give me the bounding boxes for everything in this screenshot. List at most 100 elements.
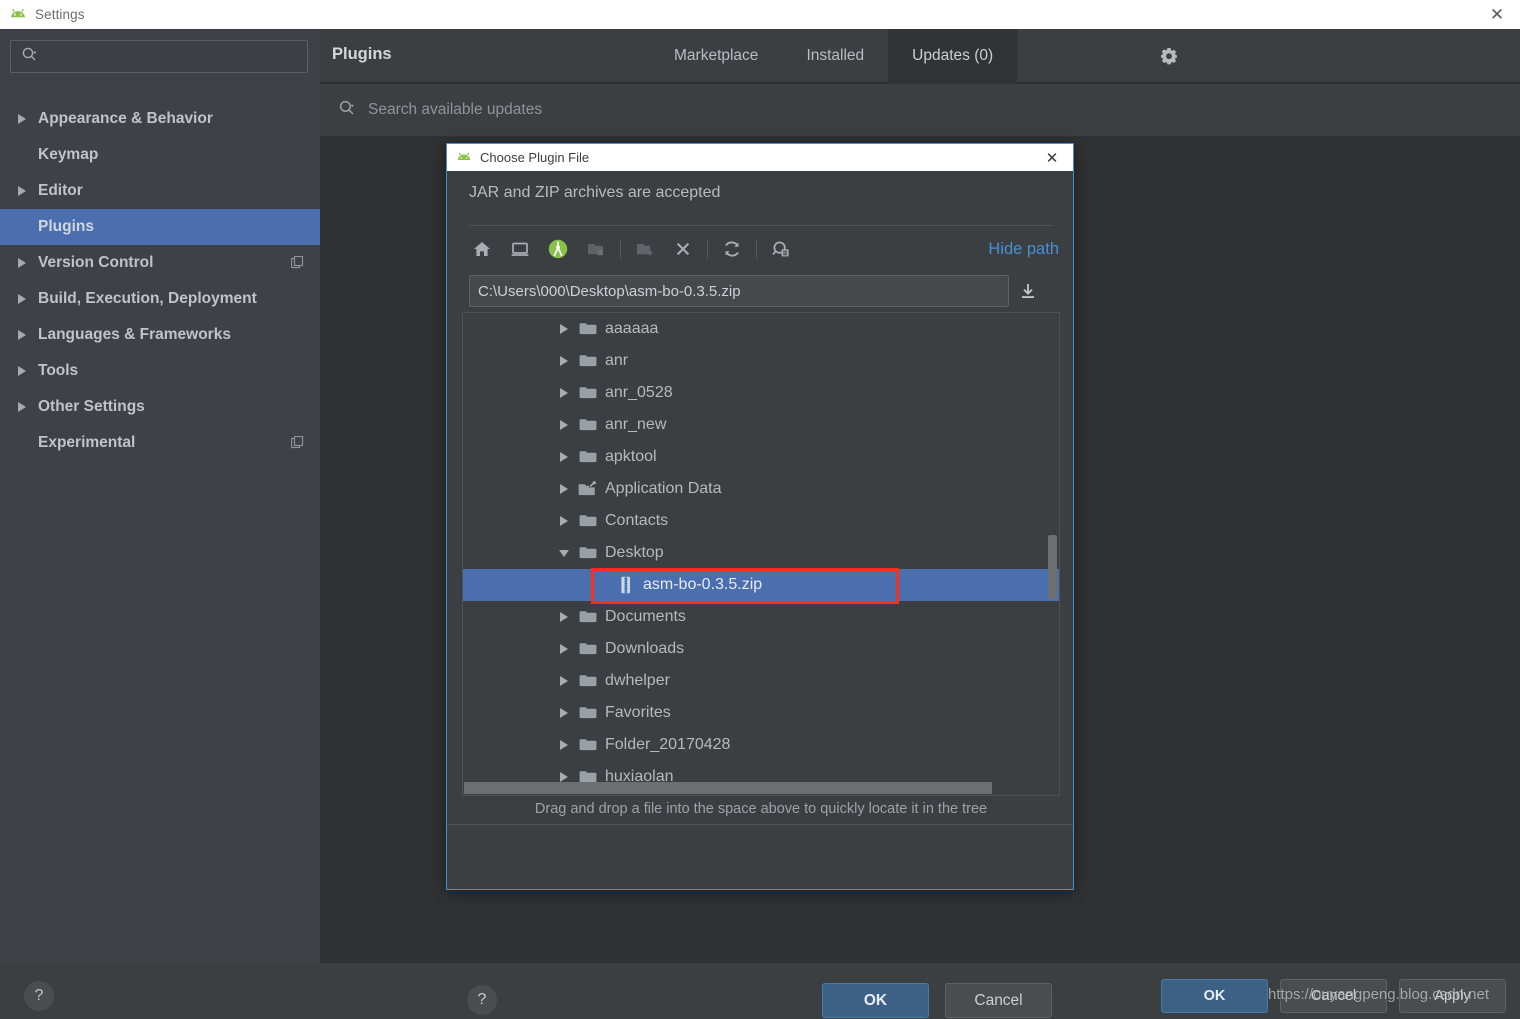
plugins-tabs: Marketplace Installed Updates (0) <box>650 29 1018 83</box>
file-tree-row[interactable]: Downloads <box>463 633 1059 665</box>
refresh-icon[interactable] <box>713 233 751 265</box>
chevron-right-icon[interactable] <box>553 674 575 688</box>
chevron-right-icon[interactable] <box>12 400 32 414</box>
close-icon[interactable]: ✕ <box>1474 0 1520 29</box>
sidebar-item-build-execution-deployment[interactable]: Build, Execution, Deployment <box>0 281 320 317</box>
settings-search[interactable] <box>10 40 308 73</box>
zip-file-icon <box>615 576 637 594</box>
path-input[interactable] <box>470 282 1008 300</box>
chevron-right-icon[interactable] <box>12 256 32 270</box>
chevron-right-icon[interactable] <box>553 354 575 368</box>
file-tree-label: Documents <box>605 608 686 625</box>
file-tree-row[interactable]: anr_0528 <box>463 377 1059 409</box>
copy-settings-icon[interactable] <box>290 435 304 454</box>
apply-button[interactable]: Apply <box>1399 979 1506 1013</box>
chevron-right-icon[interactable] <box>12 292 32 306</box>
download-icon[interactable] <box>1009 275 1047 307</box>
updates-search-bar[interactable]: Search available updates <box>320 84 1520 137</box>
tab-marketplace[interactable]: Marketplace <box>650 29 782 83</box>
file-tree-rows: aaaaaa anr anr_0528 anr_newapktool Applicati… <box>463 313 1059 793</box>
divider <box>620 239 621 259</box>
file-tree-row-selected[interactable]: asm-bo-0.3.5.zip <box>463 569 1059 601</box>
help-icon[interactable]: ? <box>24 981 54 1011</box>
android-studio-icon[interactable] <box>539 233 577 265</box>
file-tree-label: asm-bo-0.3.5.zip <box>643 576 763 593</box>
sidebar-item-appearance-behavior[interactable]: Appearance & Behavior <box>0 101 320 137</box>
delete-icon[interactable] <box>664 233 702 265</box>
cancel-button[interactable]: Cancel <box>1280 979 1387 1013</box>
gear-icon[interactable] <box>1132 29 1206 83</box>
chevron-right-icon[interactable] <box>553 322 575 336</box>
ok-button[interactable]: OK <box>822 983 929 1018</box>
chevron-right-icon[interactable] <box>553 482 575 496</box>
file-tree-label: aaaaaa <box>605 320 659 337</box>
chevron-right-icon[interactable] <box>553 514 575 528</box>
show-hidden-files-icon[interactable] <box>762 233 800 265</box>
file-tree[interactable]: aaaaaa anr anr_0528 anr_newapktool Applicati… <box>462 312 1060 796</box>
chevron-right-icon[interactable] <box>12 112 32 126</box>
folder-icon <box>577 705 599 721</box>
chevron-down-icon[interactable] <box>553 547 575 559</box>
search-input[interactable] <box>44 48 307 65</box>
new-folder-icon[interactable] <box>626 233 664 265</box>
path-row <box>469 275 1053 307</box>
file-tree-row[interactable]: Folder_20170428 <box>463 729 1059 761</box>
file-tree-row[interactable]: dwhelper <box>463 665 1059 697</box>
sidebar-item-editor[interactable]: Editor <box>0 173 320 209</box>
desktop-icon[interactable] <box>501 233 539 265</box>
sidebar-item-label: Appearance & Behavior <box>38 110 213 127</box>
file-chooser-toolbar <box>463 230 1059 268</box>
file-tree-row[interactable]: anr_new <box>463 409 1059 441</box>
file-tree-row[interactable]: Favorites <box>463 697 1059 729</box>
sidebar-item-languages-frameworks[interactable]: Languages & Frameworks <box>0 317 320 353</box>
tree-horizontal-scrollbar[interactable] <box>464 782 992 794</box>
folder-icon <box>577 641 599 657</box>
path-field[interactable] <box>469 275 1009 307</box>
file-tree-label: anr <box>605 352 629 369</box>
sidebar-item-plugins[interactable]: Plugins <box>0 209 320 245</box>
file-tree-row[interactable]: apktool <box>463 441 1059 473</box>
file-tree-label: anr_0528 <box>605 384 673 401</box>
chevron-right-icon[interactable] <box>553 706 575 720</box>
sidebar-item-other-settings[interactable]: Other Settings <box>0 389 320 425</box>
help-icon[interactable]: ? <box>467 985 497 1015</box>
chevron-right-icon[interactable] <box>553 610 575 624</box>
chevron-right-icon[interactable] <box>12 364 32 378</box>
sidebar-item-keymap[interactable]: Keymap <box>0 137 320 173</box>
cancel-button[interactable]: Cancel <box>945 983 1052 1018</box>
copy-settings-icon[interactable] <box>290 255 304 274</box>
hide-path-link[interactable]: Hide path <box>988 240 1059 259</box>
sidebar-item-version-control[interactable]: Version Control <box>0 245 320 281</box>
tab-label: Installed <box>806 47 865 64</box>
chevron-right-icon[interactable] <box>553 642 575 656</box>
file-tree-row[interactable]: Documents <box>463 601 1059 633</box>
tab-updates-0[interactable]: Updates (0) <box>888 29 1018 83</box>
file-tree-label: apktool <box>605 448 657 465</box>
search-icon <box>338 99 356 122</box>
project-folder-icon[interactable] <box>577 233 615 265</box>
file-tree-row[interactable]: Application Data <box>463 473 1059 505</box>
chevron-right-icon[interactable] <box>12 184 32 198</box>
file-tree-row[interactable]: Contacts <box>463 505 1059 537</box>
tree-vertical-scrollbar[interactable] <box>1048 535 1057 599</box>
sidebar-item-tools[interactable]: Tools <box>0 353 320 389</box>
chevron-right-icon[interactable] <box>553 738 575 752</box>
folder-icon <box>577 353 599 369</box>
file-tree-label: Favorites <box>605 704 671 721</box>
chevron-right-icon[interactable] <box>12 328 32 342</box>
tab-installed[interactable]: Installed <box>782 29 888 83</box>
tab-label: Marketplace <box>674 47 759 64</box>
chevron-right-icon[interactable] <box>553 450 575 464</box>
sidebar-item-label: Languages & Frameworks <box>38 326 231 343</box>
file-tree-row[interactable]: Desktop <box>463 537 1059 569</box>
file-tree-row[interactable]: aaaaaa <box>463 313 1059 345</box>
chevron-right-icon[interactable] <box>553 386 575 400</box>
window-title: Settings <box>35 7 85 22</box>
file-tree-label: Downloads <box>605 640 685 657</box>
close-icon[interactable]: ✕ <box>1037 144 1067 171</box>
chevron-right-icon[interactable] <box>553 418 575 432</box>
sidebar-item-experimental[interactable]: Experimental <box>0 425 320 461</box>
file-tree-row[interactable]: anr <box>463 345 1059 377</box>
ok-button[interactable]: OK <box>1161 979 1268 1013</box>
home-icon[interactable] <box>463 233 501 265</box>
